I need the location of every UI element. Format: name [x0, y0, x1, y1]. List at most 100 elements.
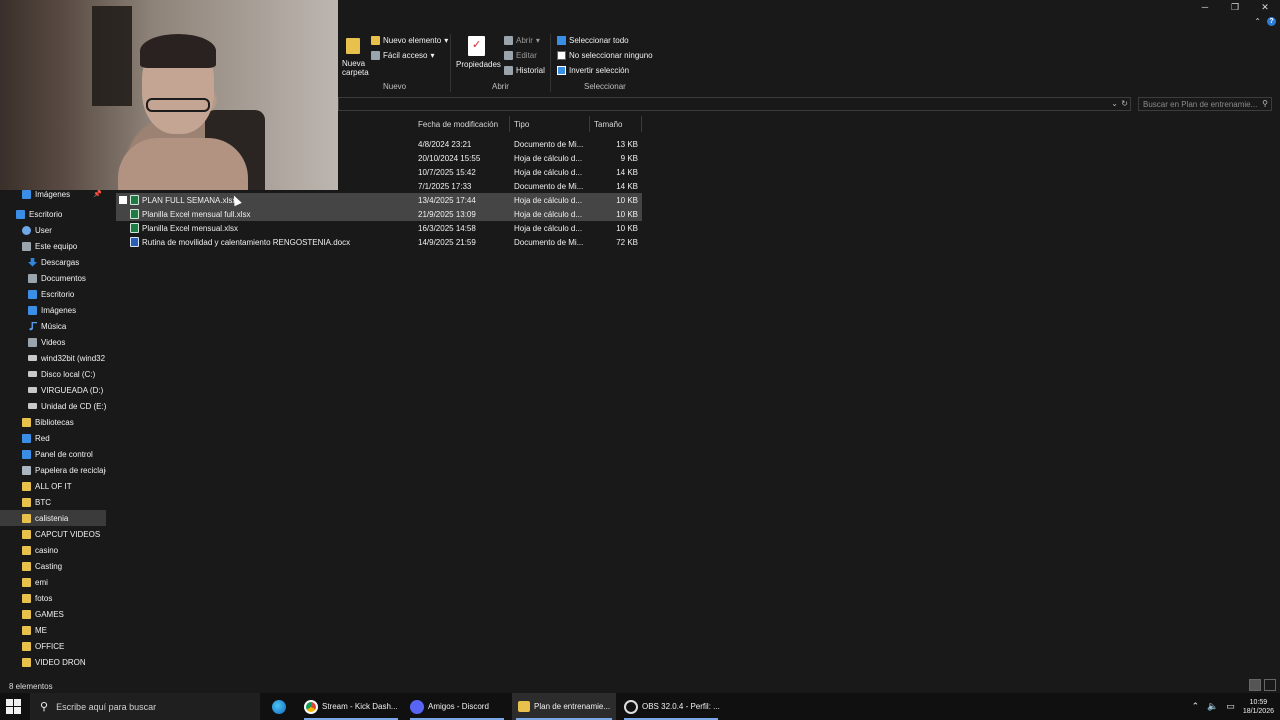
nav-item-fotos[interactable]: fotos	[0, 590, 106, 606]
help-icon[interactable]: ?	[1267, 17, 1276, 26]
taskbar-app-discord[interactable]: Amigos - Discord	[406, 693, 508, 720]
nav-item-emi[interactable]: emi	[0, 574, 106, 590]
file-row-selected[interactable]: PLAN FULL SEMANA.xlsx 13/4/2025 17:44 Ho…	[116, 193, 642, 207]
search-input[interactable]: Buscar en Plan de entrenamie... ⚲	[1138, 97, 1272, 111]
nav-label: Escritorio	[41, 289, 75, 299]
nav-item-all-of-it[interactable]: ALL OF IT	[0, 478, 106, 494]
column-header-size[interactable]: Tamaño	[590, 116, 642, 132]
select-all-button[interactable]: Seleccionar todo	[557, 36, 629, 45]
collapse-ribbon-icon[interactable]: ⌃	[1254, 17, 1261, 26]
edit-button[interactable]: Editar	[504, 51, 537, 60]
taskbar-app-file-explorer[interactable]: Plan de entrenamie...	[512, 693, 616, 720]
nav-item-documentos[interactable]: Documentos	[0, 270, 106, 286]
excel-file-icon	[130, 195, 139, 205]
nav-label: calistenia	[35, 513, 69, 523]
select-all-icon	[557, 36, 566, 45]
nav-item-office[interactable]: OFFICE	[0, 638, 106, 654]
nav-item-btc[interactable]: BTC	[0, 494, 106, 510]
nav-item-disco-local[interactable]: Disco local (C:)	[0, 366, 106, 382]
refresh-icon[interactable]: ↻	[1121, 99, 1128, 108]
folder-icon	[22, 497, 31, 507]
file-type: Hoja de cálculo d...	[514, 224, 583, 233]
nav-item-red[interactable]: Red	[0, 430, 106, 446]
taskbar-app-edge[interactable]	[270, 693, 292, 720]
close-icon[interactable]: ✕	[1250, 0, 1280, 14]
network-icon[interactable]: ▭	[1226, 701, 1235, 712]
new-folder-icon[interactable]	[346, 38, 360, 54]
nav-label: OFFICE	[35, 641, 65, 651]
volume-icon[interactable]: 🔈	[1207, 701, 1218, 712]
taskbar-app-obs[interactable]: OBS 32.0.4 - Perfil: ...	[620, 693, 722, 720]
taskbar-app-chrome[interactable]: Stream - Kick Dash...	[300, 693, 402, 720]
invert-selection-button[interactable]: Invertir selección	[557, 66, 629, 75]
properties-icon[interactable]	[468, 36, 485, 56]
nav-item-casino[interactable]: casino	[0, 542, 106, 558]
nav-item-videos[interactable]: Videos	[0, 334, 106, 350]
file-row[interactable]: Rutina de movilidad y calentamiento RENG…	[116, 235, 642, 249]
webcam-overlay	[0, 0, 338, 190]
chevron-up-icon[interactable]: ⌃	[1192, 701, 1200, 712]
minimize-icon[interactable]: ─	[1190, 0, 1220, 14]
nav-label: Imágenes	[35, 189, 71, 199]
nav-item-virgueada[interactable]: VIRGUEADA (D:)	[0, 382, 106, 398]
nav-item-capcut-videos[interactable]: CAPCUT VIDEOS	[0, 526, 106, 542]
new-item-button[interactable]: Nuevo elemento ▾	[371, 36, 448, 45]
nav-item-calistenia[interactable]: calistenia	[0, 510, 106, 526]
clock[interactable]: 10:59 18/1/2026	[1243, 698, 1274, 716]
file-date: 4/8/2024 23:21	[418, 140, 472, 149]
nav-item-games[interactable]: GAMES	[0, 606, 106, 622]
nav-label: Casting	[35, 561, 63, 571]
windows-start-icon[interactable]	[6, 699, 21, 714]
large-icons-view-icon[interactable]	[1264, 679, 1276, 691]
easy-access-icon	[371, 51, 380, 60]
properties-button[interactable]: Propiedades	[456, 60, 501, 69]
nav-item-escritorio-2[interactable]: Escritorio	[0, 286, 106, 302]
webcam-person-hair	[140, 34, 216, 68]
nav-item-este-equipo[interactable]: Este equipo	[0, 238, 106, 254]
history-button[interactable]: Historial	[504, 66, 545, 75]
new-item-icon	[371, 36, 380, 45]
nav-item-panel-control[interactable]: Panel de control	[0, 446, 106, 462]
file-row-selected[interactable]: Planilla Excel mensual full.xlsx 21/9/20…	[116, 207, 642, 221]
drive-icon	[28, 371, 37, 377]
column-header-date[interactable]: Fecha de modificación	[414, 116, 510, 132]
new-folder-button[interactable]: Nueva carpeta	[342, 59, 370, 77]
details-view-icon[interactable]	[1249, 679, 1261, 691]
nav-item-papelera[interactable]: Papelera de reciclaje	[0, 462, 106, 478]
restore-icon[interactable]: ❐	[1220, 0, 1250, 14]
window-controls: ─ ❐ ✕	[1190, 0, 1280, 14]
file-row[interactable]: Planilla Excel mensual.xlsx 16/3/2025 14…	[116, 221, 642, 235]
folder-icon	[22, 545, 31, 555]
select-none-label: No seleccionar ninguno	[569, 51, 653, 60]
nav-item-bibliotecas[interactable]: Bibliotecas	[0, 414, 106, 430]
nav-label: Papelera de reciclaje	[35, 465, 106, 475]
pin-icon: 📌	[93, 191, 102, 198]
nav-item-me[interactable]: ME	[0, 622, 106, 638]
nav-item-descargas[interactable]: Descargas	[0, 254, 106, 270]
nav-item-musica[interactable]: Música	[0, 318, 106, 334]
nav-item-wind32bit[interactable]: wind32bit (wind32	[0, 350, 106, 366]
nav-item-imagenes-2[interactable]: Imágenes	[0, 302, 106, 318]
download-icon	[28, 257, 37, 267]
nav-item-unidad-cd[interactable]: Unidad de CD (E:)	[0, 398, 106, 414]
navigation-pane: Imágenes 📌 Escritorio User Este equipo De…	[0, 186, 106, 676]
library-icon	[22, 417, 31, 427]
taskbar-search[interactable]: ⚲ Escribe aquí para buscar	[30, 693, 260, 720]
invert-selection-label: Invertir selección	[569, 66, 630, 75]
nav-item-user[interactable]: User	[0, 222, 106, 238]
excel-file-icon	[130, 209, 139, 219]
nav-item-casting[interactable]: Casting	[0, 558, 106, 574]
easy-access-button[interactable]: Fácil acceso ▾	[371, 51, 434, 60]
open-button[interactable]: Abrir ▾	[504, 36, 540, 45]
nav-label: Este equipo	[35, 241, 78, 251]
file-size: 10 KB	[616, 196, 638, 205]
address-bar[interactable]: ⌄ ↻	[338, 97, 1131, 111]
chevron-down-icon[interactable]: ⌄	[1111, 99, 1118, 108]
row-checkbox[interactable]	[119, 196, 127, 204]
column-header-type[interactable]: Tipo	[510, 116, 590, 132]
folder-icon	[22, 561, 31, 571]
select-none-button[interactable]: No seleccionar ninguno	[557, 51, 653, 60]
nav-label: Unidad de CD (E:)	[41, 401, 106, 411]
nav-item-video-dron[interactable]: VIDEO DRON	[0, 654, 106, 670]
nav-item-escritorio[interactable]: Escritorio	[0, 206, 106, 222]
